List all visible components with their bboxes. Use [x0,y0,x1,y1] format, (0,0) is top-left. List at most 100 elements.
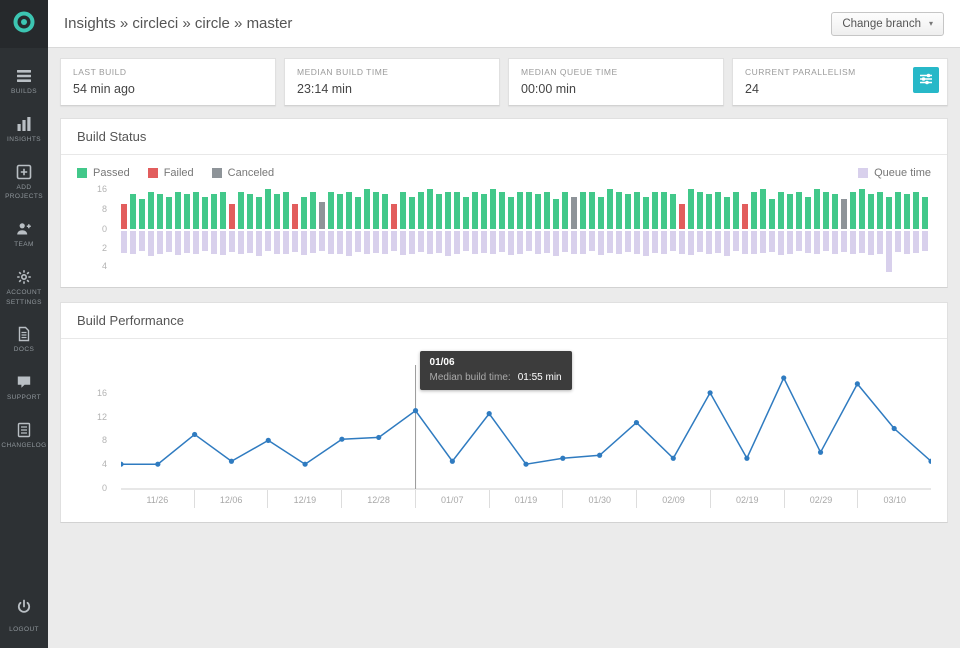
build-bar[interactable] [796,189,802,273]
build-bar[interactable] [922,189,928,273]
build-bar[interactable] [121,189,127,273]
build-bar[interactable] [724,189,730,273]
build-bar[interactable] [805,189,811,273]
build-bar[interactable] [589,189,595,273]
build-bar[interactable] [274,189,280,273]
build-bar[interactable] [535,189,541,273]
build-bar[interactable] [364,189,370,273]
build-bar[interactable] [751,189,757,273]
build-bar[interactable] [787,189,793,273]
build-bar[interactable] [265,189,271,273]
build-bar[interactable] [841,189,847,273]
build-bar[interactable] [517,189,523,273]
sidebar-item-account-settings[interactable]: ACCOUNT SETTINGS [0,259,48,317]
build-bar[interactable] [184,189,190,273]
build-bar[interactable] [229,189,235,273]
build-bar[interactable] [760,189,766,273]
build-bar[interactable] [166,189,172,273]
build-bar[interactable] [904,189,910,273]
build-bar[interactable] [346,189,352,273]
build-bar[interactable] [868,189,874,273]
build-bar[interactable] [310,189,316,273]
build-bar[interactable] [706,189,712,273]
build-bar[interactable] [319,189,325,273]
sidebar-item-support[interactable]: SUPPORT [0,364,48,412]
sidebar-item-add-projects[interactable]: ADD PROJECTS [0,154,48,212]
build-bar[interactable] [823,189,829,273]
build-bar[interactable] [607,189,613,273]
sidebar-item-team[interactable]: TEAM [0,211,48,259]
sidebar-item-changelog[interactable]: CHANGELOG [0,412,48,460]
parallelism-settings-button[interactable] [913,67,939,93]
build-bar[interactable] [355,189,361,273]
sidebar-item-builds[interactable]: BUILDS [0,58,48,106]
build-bar[interactable] [697,189,703,273]
build-bar[interactable] [247,189,253,273]
build-bar[interactable] [814,189,820,273]
build-bar[interactable] [769,189,775,273]
build-bar[interactable] [553,189,559,273]
change-branch-button[interactable]: Change branch ▾ [831,12,944,36]
build-bar[interactable] [130,189,136,273]
build-bar[interactable] [652,189,658,273]
build-bar[interactable] [688,189,694,273]
build-bar[interactable] [877,189,883,273]
build-bar[interactable] [715,189,721,273]
build-bar[interactable] [211,189,217,273]
build-bar[interactable] [544,189,550,273]
build-bar[interactable] [598,189,604,273]
build-bar[interactable] [850,189,856,273]
build-bar[interactable] [301,189,307,273]
circleci-logo[interactable] [0,0,48,48]
build-bar[interactable] [373,189,379,273]
build-bar[interactable] [283,189,289,273]
build-bar[interactable] [643,189,649,273]
build-bar[interactable] [679,189,685,273]
build-bar[interactable] [175,189,181,273]
build-bar[interactable] [472,189,478,273]
build-bar[interactable] [382,189,388,273]
build-bar[interactable] [328,189,334,273]
build-bar[interactable] [886,189,892,273]
build-bar[interactable] [391,189,397,273]
build-bar[interactable] [616,189,622,273]
build-bar[interactable] [193,189,199,273]
sidebar-item-logout[interactable]: LOGOUT [0,589,48,648]
sidebar-item-insights[interactable]: INSIGHTS [0,106,48,154]
build-bar[interactable] [454,189,460,273]
build-bar[interactable] [202,189,208,273]
build-bar[interactable] [778,189,784,273]
build-bar[interactable] [499,189,505,273]
build-bar[interactable] [895,189,901,273]
build-bar[interactable] [481,189,487,273]
build-bar[interactable] [256,189,262,273]
build-bar[interactable] [409,189,415,273]
build-bar[interactable] [733,189,739,273]
build-bar[interactable] [436,189,442,273]
build-bar[interactable] [580,189,586,273]
build-bar[interactable] [337,189,343,273]
build-bar[interactable] [913,189,919,273]
build-bar[interactable] [427,189,433,273]
build-bar[interactable] [625,189,631,273]
build-bar[interactable] [526,189,532,273]
build-bar[interactable] [670,189,676,273]
build-bar[interactable] [418,189,424,273]
build-bar[interactable] [508,189,514,273]
build-bar[interactable] [562,189,568,273]
build-bar[interactable] [661,189,667,273]
build-bar[interactable] [742,189,748,273]
build-bar[interactable] [490,189,496,273]
build-bar[interactable] [400,189,406,273]
build-bar[interactable] [139,189,145,273]
build-bar[interactable] [832,189,838,273]
build-bar[interactable] [292,189,298,273]
build-bar[interactable] [634,189,640,273]
sidebar-item-docs[interactable]: DOCS [0,316,48,364]
build-bar[interactable] [157,189,163,273]
build-bar[interactable] [859,189,865,273]
build-bar[interactable] [238,189,244,273]
build-bar[interactable] [571,189,577,273]
build-bar[interactable] [148,189,154,273]
build-bar[interactable] [463,189,469,273]
